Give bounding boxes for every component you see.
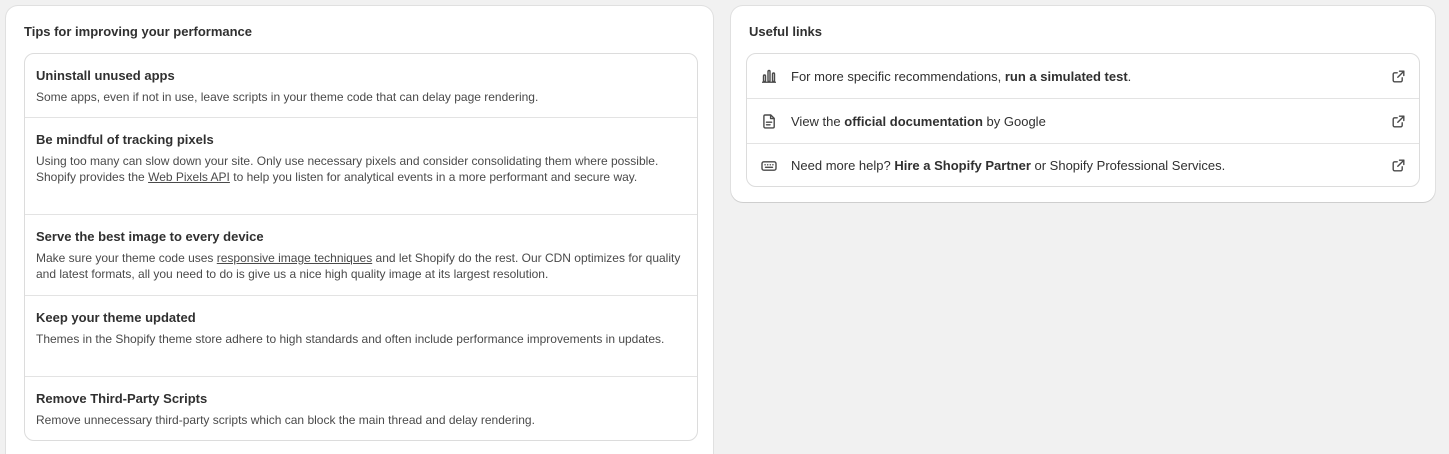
tips-card: Tips for improving your performance Unin… [6,6,713,454]
tips-list: Uninstall unused apps Some apps, even if… [24,53,698,441]
link-text-plain: by Google [982,113,1046,129]
link-text-plain: View the [791,113,845,129]
tips-card-title: Tips for improving your performance [24,24,253,39]
link-text-plain: . [1127,68,1132,84]
tip-title: Serve the best image to every device [36,229,264,244]
tip-item-tracking-pixels: Be mindful of tracking pixels Using too … [25,118,697,215]
tip-description: Using too many can slow down your site. … [36,153,686,185]
external-link-icon[interactable] [1391,159,1405,173]
external-link-icon[interactable] [1391,114,1405,128]
useful-links-title: Useful links [749,24,822,39]
official-documentation-link[interactable]: official documentation [844,114,983,129]
hire-shopify-partner-link[interactable]: Hire a Shopify Partner [894,158,1031,173]
tip-item-uninstall-apps: Uninstall unused apps Some apps, even if… [25,54,697,118]
useful-links-list: For more specific recommendations, run a… [746,53,1420,187]
link-text: For more specific recommendations, run a… [791,69,1131,84]
link-text-plain: For more specific recommendations, [791,68,1005,84]
tip-description: Themes in the Shopify theme store adhere… [36,332,665,346]
tip-description: Remove unnecessary third-party scripts w… [36,413,535,427]
link-text-plain: or Shopify Professional Services. [1030,158,1226,173]
tip-title: Remove Third-Party Scripts [36,391,208,406]
tip-description: Make sure your theme code uses responsiv… [36,250,686,282]
link-row-simulated-test[interactable]: For more specific recommendations, run a… [747,54,1419,99]
tip-item-theme-updated: Keep your theme updated Themes in the Sh… [25,296,697,377]
link-text-plain: Need more help? [791,158,895,173]
document-icon [761,113,777,129]
link-text: View the official documentation by Googl… [791,114,1046,129]
tip-description: Some apps, even if not in use, leave scr… [36,90,539,104]
tip-title: Be mindful of tracking pixels [36,132,214,147]
tip-item-third-party-scripts: Remove Third-Party Scripts Remove unnece… [25,377,697,440]
simulated-test-link[interactable]: run a simulated test [1005,69,1128,84]
tip-description-text: to help you listen for analytical events… [229,170,638,184]
bar-chart-icon [761,68,777,84]
tip-description-text: Make sure your theme code uses [36,251,217,265]
tip-item-best-image: Serve the best image to every device Mak… [25,215,697,296]
tip-title: Uninstall unused apps [36,68,175,83]
external-link-icon[interactable] [1391,69,1405,83]
link-text: Need more help? Hire a Shopify Partner o… [791,158,1225,173]
useful-links-card: Useful links For more specific recommend… [731,6,1435,202]
responsive-image-techniques-link[interactable]: responsive image techniques [217,251,372,265]
keyboard-icon [761,158,777,174]
tip-title: Keep your theme updated [36,310,196,325]
link-row-official-documentation[interactable]: View the official documentation by Googl… [747,99,1419,144]
web-pixels-api-link[interactable]: Web Pixels API [148,170,230,184]
link-row-shopify-partner[interactable]: Need more help? Hire a Shopify Partner o… [747,144,1419,186]
